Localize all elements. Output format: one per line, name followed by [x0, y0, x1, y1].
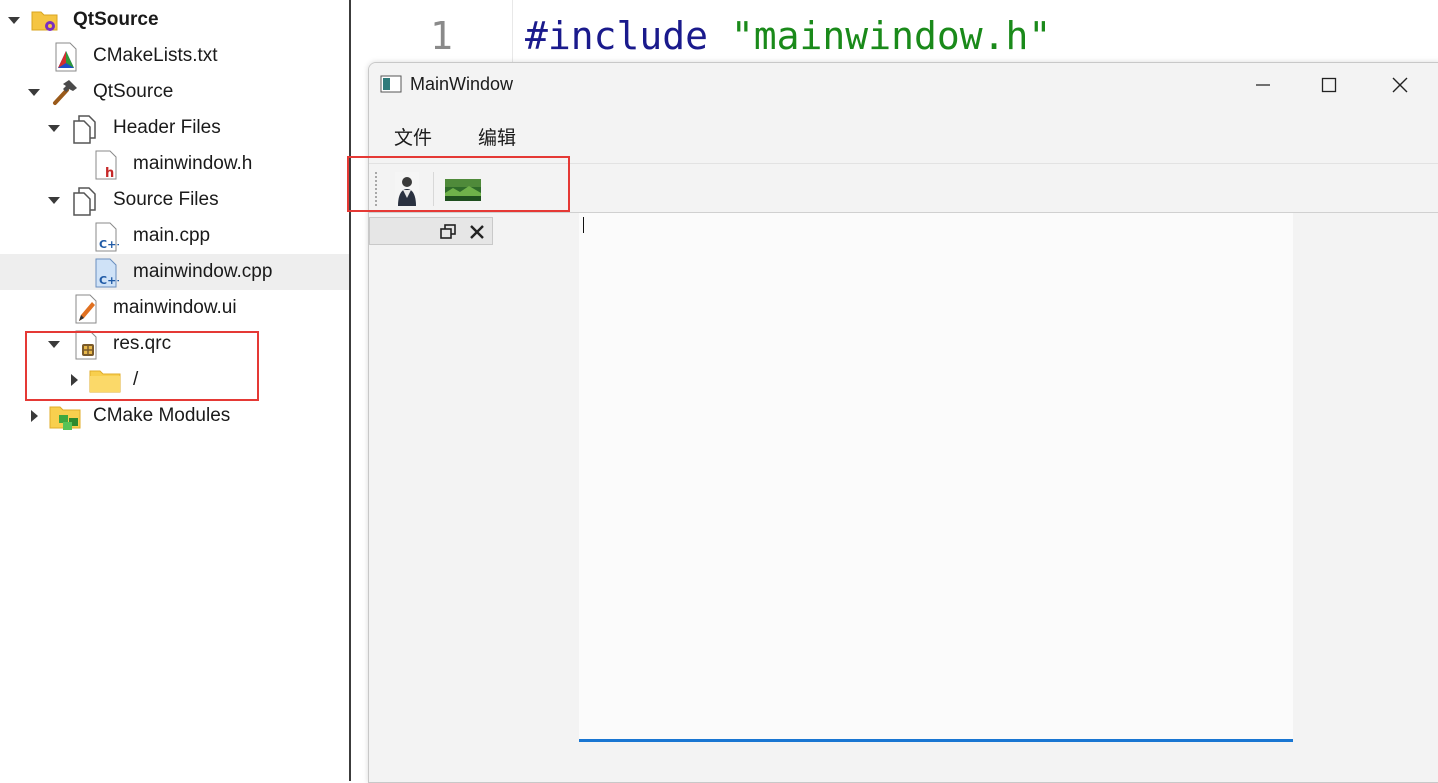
float-dock-button[interactable] [440, 224, 456, 240]
code-string: "mainwindow.h" [730, 14, 1052, 58]
expand-arrow-icon[interactable] [47, 193, 61, 207]
tree-item-main-cpp[interactable]: C++ main.cpp [0, 218, 349, 254]
cpp-file-icon: C++ [93, 258, 126, 288]
tree-item-label: Source Files [113, 189, 219, 210]
tree-item-mainwindow-cpp[interactable]: C++ mainwindow.cpp [0, 254, 349, 290]
cmake-modules-icon [49, 402, 81, 430]
tree-item-source-files[interactable]: Source Files [0, 182, 349, 218]
tree-item-label: mainwindow.h [133, 153, 253, 174]
ui-file-icon [73, 294, 99, 324]
tree-item-mainwindow-ui[interactable]: mainwindow.ui [0, 290, 349, 326]
tree-item-label: main.cpp [133, 225, 211, 246]
close-icon [1392, 77, 1408, 93]
tree-item-project-root[interactable]: QtSource [0, 2, 349, 38]
window-app-icon [380, 75, 402, 93]
tree-item-qtsource-target[interactable]: QtSource [0, 74, 349, 110]
dock-widget-title-bar[interactable] [369, 217, 493, 245]
line-number: 1 [430, 14, 453, 58]
code-line[interactable]: #include "mainwindow.h" [525, 14, 1051, 58]
svg-text:h: h [105, 166, 114, 180]
tree-item-cmake-modules[interactable]: CMake Modules [0, 398, 349, 434]
tree-item-label: CMakeLists.txt [93, 45, 218, 66]
menu-bar: 文件 编辑 [369, 117, 1438, 153]
menu-file[interactable]: 文件 [394, 123, 432, 150]
tree-item-mainwindow-h[interactable]: h mainwindow.h [0, 146, 349, 182]
tree-item-label: mainwindow.cpp [133, 261, 273, 282]
toolbar-highlight-box [347, 156, 570, 212]
expand-arrow-icon[interactable] [27, 409, 41, 423]
svg-text:C++: C++ [99, 274, 119, 287]
expand-arrow-icon[interactable] [27, 85, 41, 99]
minimize-button[interactable] [1228, 63, 1298, 107]
tree-item-cmakelists[interactable]: CMakeLists.txt [0, 38, 349, 74]
tree-item-label: CMake Modules [93, 405, 231, 426]
tree-item-label: Header Files [113, 117, 221, 138]
tree-item-label: QtSource [73, 9, 159, 30]
maximize-icon [1321, 77, 1337, 93]
tree-item-header-files[interactable]: Header Files [0, 110, 349, 146]
text-caret [583, 217, 584, 233]
restore-icon [440, 224, 456, 239]
window-title: MainWindow [410, 74, 514, 94]
resource-highlight-box [25, 331, 259, 401]
maximize-button[interactable] [1294, 63, 1364, 107]
tree-item-label: QtSource [93, 81, 174, 102]
files-folder-icon [71, 114, 97, 144]
close-icon [470, 225, 484, 239]
close-button[interactable] [1365, 63, 1435, 107]
close-dock-button[interactable] [469, 224, 485, 240]
code-keyword: #include [525, 14, 709, 58]
tree-item-label: mainwindow.ui [113, 297, 237, 318]
expand-arrow-icon[interactable] [7, 13, 21, 27]
header-file-icon: h [93, 150, 119, 181]
files-folder-icon [71, 186, 97, 216]
cmake-file-icon [53, 42, 79, 72]
svg-text:C++: C++ [99, 238, 119, 251]
project-tree: QtSource CMakeLists.txt QtSource Header … [0, 0, 351, 781]
project-folder-gear-icon [31, 6, 58, 34]
minimize-icon [1256, 84, 1270, 86]
cpp-file-icon: C++ [93, 222, 126, 252]
title-bar[interactable]: MainWindow [369, 63, 1438, 107]
text-edit[interactable] [579, 213, 1293, 742]
menu-edit[interactable]: 编辑 [478, 123, 516, 150]
expand-arrow-icon[interactable] [47, 121, 61, 135]
hammer-icon [51, 78, 77, 106]
